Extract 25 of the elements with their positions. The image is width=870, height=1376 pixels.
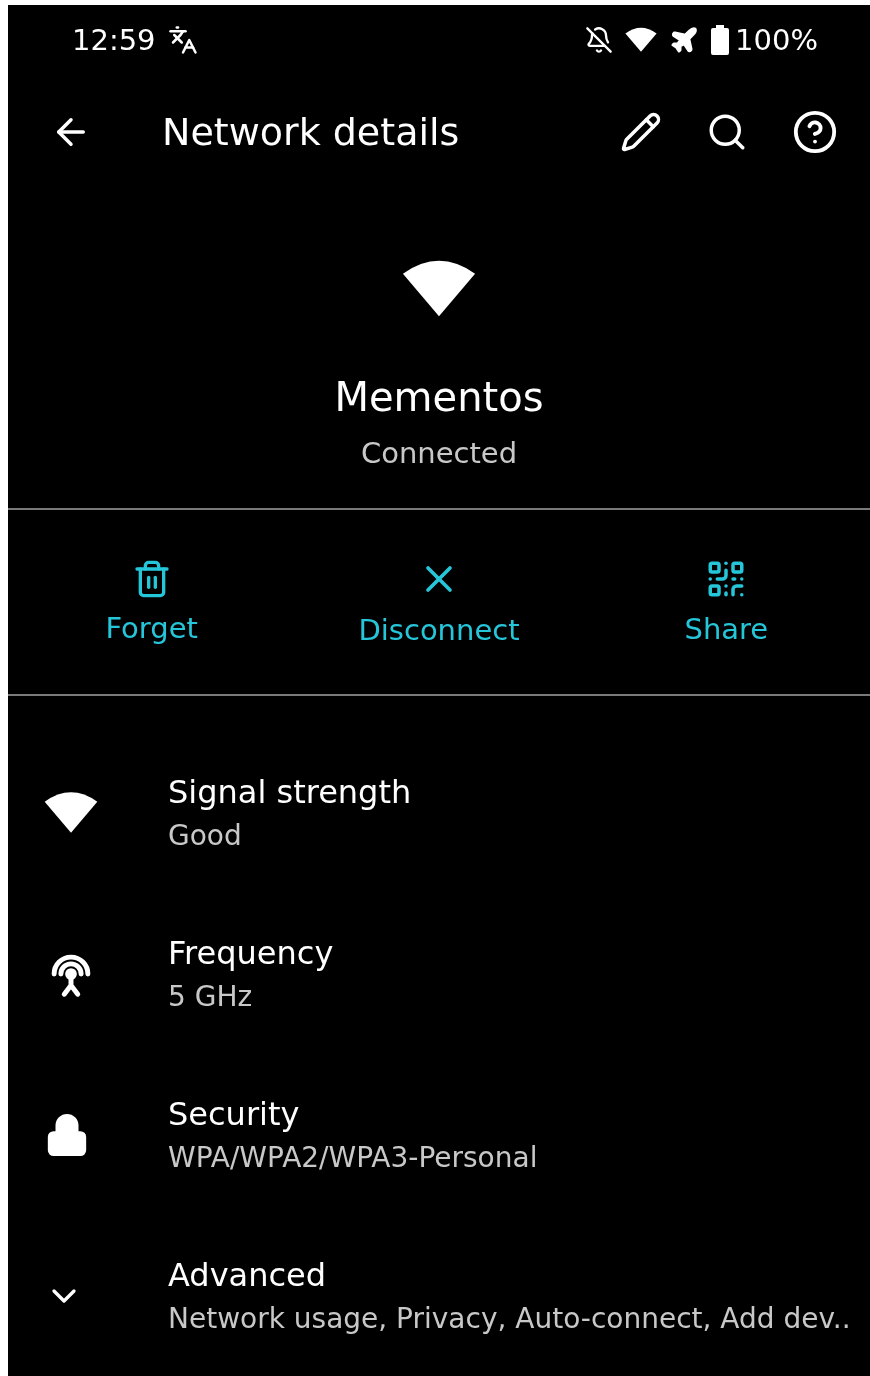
wifi-icon <box>44 790 98 835</box>
detail-value: 5 GHz <box>168 980 254 1013</box>
status-time: 12:59 <box>72 22 156 57</box>
forget-button[interactable]: Forget <box>8 559 296 646</box>
translate-icon <box>167 24 198 55</box>
detail-title: Advanced <box>168 1256 328 1294</box>
connection-status: Connected <box>360 436 518 471</box>
pencil-icon <box>620 110 662 153</box>
wifi-icon <box>625 26 658 53</box>
wifi-icon <box>402 259 476 319</box>
detail-title: Frequency <box>168 934 334 972</box>
detail-value: Good <box>168 819 243 852</box>
detail-title: Security <box>168 1095 301 1133</box>
network-name: Mementos <box>334 374 544 421</box>
detail-value: WPA/WPA2/WPA3-Personal <box>168 1141 538 1174</box>
battery-icon <box>711 24 730 55</box>
page-title: Network details <box>162 109 461 154</box>
bell-off-icon <box>585 25 614 54</box>
detail-value: Network usage, Privacy, Auto-connect, Add dev.. <box>168 1302 851 1335</box>
disconnect-button[interactable]: Disconnect <box>295 557 583 648</box>
detail-title: Signal strength <box>168 773 412 811</box>
help-icon <box>792 108 838 155</box>
share-button[interactable]: Share <box>582 558 870 647</box>
battery-level: 100% <box>735 22 818 57</box>
airplane-icon <box>669 24 700 55</box>
